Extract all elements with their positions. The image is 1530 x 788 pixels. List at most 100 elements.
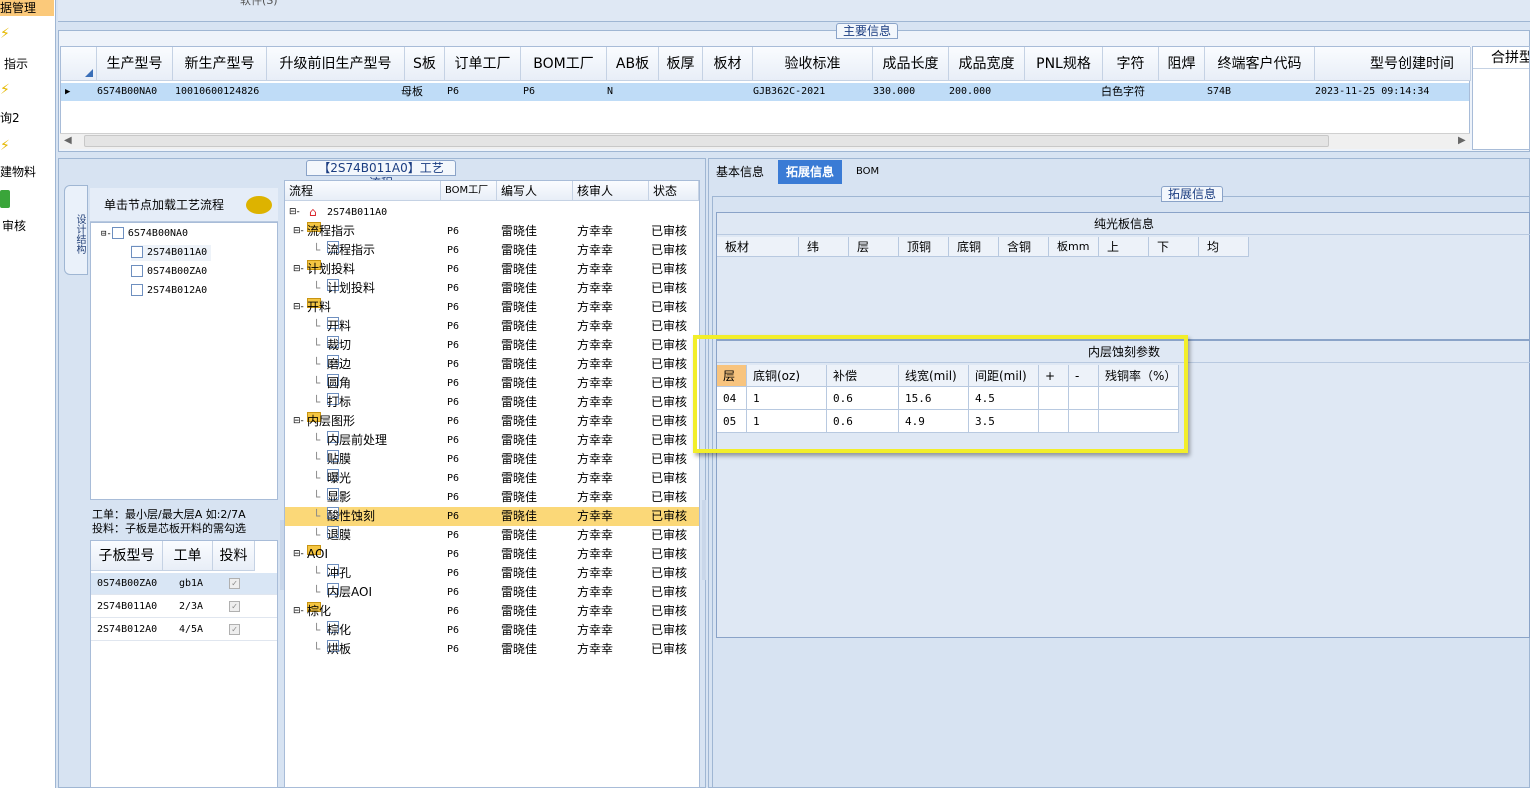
flow-row[interactable]: └ 开料 P6 雷晓佳 方幸幸 已审核 xyxy=(285,317,699,336)
cell: 白色字符 xyxy=(1101,85,1145,98)
sub-board-grid: 子板型号 工单 投料 0S74B00ZA0 gb1A ✓ 2S74B011A0 2/3… xyxy=(90,540,278,788)
col-header[interactable]: 板厚 xyxy=(659,47,703,81)
flow-row[interactable]: └ 内层AOI P6 雷晓佳 方幸幸 已审核 xyxy=(285,583,699,602)
col-header[interactable]: 字符 xyxy=(1103,47,1159,81)
flow-root-row[interactable]: ⊟- ⌂ 2S74B011A0 xyxy=(285,203,699,222)
nav-item-instructions[interactable]: 指示 xyxy=(4,57,28,71)
table-row[interactable]: 2S74B012A0 4/5A ✓ xyxy=(91,619,277,641)
col-header[interactable]: 工单 xyxy=(163,541,213,571)
process-flow-grid: 流程 BOM工厂 编写人 核审人 状态 ⊟- ⌂ 2S74B011A0 ⊟- 流程… xyxy=(284,180,700,788)
nav-item-audit[interactable]: 审核 xyxy=(2,219,26,233)
vertical-splitter[interactable] xyxy=(702,500,706,580)
structure-tree: ⊟- 6S74B00NA0 2S74B011A0 0S74B00ZA0 2S74B… xyxy=(90,222,278,500)
checkbox[interactable]: ✓ xyxy=(229,601,240,612)
col-header[interactable]: 终端客户代码 xyxy=(1205,47,1315,81)
cell: 330.000 xyxy=(873,86,916,97)
col-header[interactable]: 投料 xyxy=(213,541,255,571)
col-header[interactable]: PNL规格 xyxy=(1025,47,1103,81)
flow-row[interactable]: ⊟- 开料 P6 雷晓佳 方幸幸 已审核 xyxy=(285,298,699,317)
col-header[interactable]: BOM工厂 xyxy=(521,47,607,81)
flow-row[interactable]: └ 贴膜 P6 雷晓佳 方幸幸 已审核 xyxy=(285,450,699,469)
col-header[interactable]: 成品宽度 xyxy=(949,47,1025,81)
scrollbar-thumb[interactable] xyxy=(84,135,1329,147)
col-header[interactable]: 纬 xyxy=(799,237,849,257)
tree-node[interactable]: 2S74B011A0 xyxy=(131,245,212,261)
col-header[interactable]: S板 xyxy=(405,47,445,81)
flow-row[interactable]: ⊟- 计划投料 P6 雷晓佳 方幸幸 已审核 xyxy=(285,260,699,279)
col-header[interactable]: 核审人 xyxy=(573,181,649,201)
nav-item-build-material[interactable]: 建物料 xyxy=(0,165,36,179)
flow-row[interactable]: └ 裁切 P6 雷晓佳 方幸幸 已审核 xyxy=(285,336,699,355)
col-header[interactable]: 成品长度 xyxy=(873,47,949,81)
col-header[interactable]: 下 xyxy=(1149,237,1199,257)
col-header[interactable]: 流程 xyxy=(285,181,441,201)
col-header[interactable]: BOM工厂 xyxy=(441,181,497,201)
flow-row[interactable]: ⊟- 棕化 P6 雷晓佳 方幸幸 已审核 xyxy=(285,602,699,621)
flow-row[interactable]: └ 显影 P6 雷晓佳 方幸幸 已审核 xyxy=(285,488,699,507)
col-header[interactable]: 层 xyxy=(849,237,899,257)
scroll-left-icon[interactable]: ◀ xyxy=(64,135,72,146)
flow-row[interactable]: └ 棕化 P6 雷晓佳 方幸幸 已审核 xyxy=(285,621,699,640)
col-header[interactable]: 订单工厂 xyxy=(445,47,521,81)
flow-row[interactable]: ⊟- 流程指示 P6 雷晓佳 方幸幸 已审核 xyxy=(285,222,699,241)
flow-row[interactable]: └ 磨边 P6 雷晓佳 方幸幸 已审核 xyxy=(285,355,699,374)
col-header[interactable]: 升级前旧生产型号 xyxy=(267,47,405,81)
col-header[interactable]: 子板型号 xyxy=(91,541,163,571)
flow-row[interactable]: └ 圆角 P6 雷晓佳 方幸幸 已审核 xyxy=(285,374,699,393)
row-pointer-icon: ▶ xyxy=(65,87,71,97)
col-header[interactable]: 验收标准 xyxy=(753,47,873,81)
nav-item-query2[interactable]: 询2 xyxy=(0,111,20,125)
table-row[interactable]: 0S74B00ZA0 gb1A ✓ xyxy=(91,573,277,595)
left-navigation: 据管理 ⚡ 指示 ⚡ 询2 ⚡ 建物料 审核 xyxy=(0,0,56,788)
col-header[interactable]: 含铜 xyxy=(999,237,1049,257)
home-icon: ⌂ xyxy=(309,205,317,219)
cell: 母板 xyxy=(401,85,423,98)
flow-row[interactable]: └ 流程指示 P6 雷晓佳 方幸幸 已审核 xyxy=(285,241,699,260)
pure-board-grid: 纯光板信息 板材 纬 层 顶铜 底铜 含铜 板mm 上 下 均 xyxy=(716,212,1530,340)
lightning-icon: ⚡ xyxy=(0,26,10,42)
design-structure-tab[interactable]: 设计结构 xyxy=(64,185,88,275)
flow-row[interactable]: └ 计划投料 P6 雷晓佳 方幸幸 已审核 xyxy=(285,279,699,298)
flow-row[interactable]: ⊟- 内层图形 P6 雷晓佳 方幸幸 已审核 xyxy=(285,412,699,431)
cell: 10010600124826 xyxy=(175,86,260,97)
col-header[interactable]: 板材 xyxy=(703,47,753,81)
tree-node[interactable]: 0S74B00ZA0 xyxy=(131,264,207,280)
flow-row[interactable]: └ 内层前处理 P6 雷晓佳 方幸幸 已审核 xyxy=(285,431,699,450)
col-header[interactable]: AB板 xyxy=(607,47,659,81)
col-header[interactable]: 生产型号 xyxy=(97,47,173,81)
tab-bom[interactable]: BOM xyxy=(848,160,887,184)
tree-node[interactable]: ⊟- 6S74B00NA0 xyxy=(101,226,188,242)
top-toolbar: 软件(S) xyxy=(58,0,1530,22)
main-info-title: 主要信息 xyxy=(836,23,898,39)
checkbox[interactable]: ✓ xyxy=(229,624,240,635)
vertical-splitter[interactable] xyxy=(280,520,284,590)
tab-basic-info[interactable]: 基本信息 xyxy=(708,160,772,184)
flow-row[interactable]: └ 退膜 P6 雷晓佳 方幸幸 已审核 xyxy=(285,526,699,545)
flow-row[interactable]: ⊟- AOI P6 雷晓佳 方幸幸 已审核 xyxy=(285,545,699,564)
pure-board-title: 纯光板信息 xyxy=(717,213,1530,235)
flow-row[interactable]: └ 曝光 P6 雷晓佳 方幸幸 已审核 xyxy=(285,469,699,488)
comment-bubble-icon xyxy=(246,196,272,214)
checkbox[interactable]: ✓ xyxy=(229,578,240,589)
nav-item-data-management[interactable]: 据管理 xyxy=(0,0,54,16)
col-header[interactable]: 型号创建时间 xyxy=(1315,47,1471,81)
tab-extended-info[interactable]: 拓展信息 xyxy=(778,160,843,184)
col-header[interactable]: 均 xyxy=(1199,237,1249,257)
col-header[interactable]: 底铜 xyxy=(949,237,999,257)
col-header[interactable]: 新生产型号 xyxy=(173,47,267,81)
col-header[interactable]: 顶铜 xyxy=(899,237,949,257)
flow-row[interactable]: └ 烘板 P6 雷晓佳 方幸幸 已审核 xyxy=(285,640,699,659)
flow-row[interactable]: └ 冲孔 P6 雷晓佳 方幸幸 已审核 xyxy=(285,564,699,583)
scroll-right-icon[interactable]: ▶ xyxy=(1458,135,1466,146)
flow-row[interactable]: └ 酸性蚀刻 P6 雷晓佳 方幸幸 已审核 xyxy=(285,507,699,526)
col-header[interactable]: 板mm xyxy=(1049,237,1099,257)
col-header[interactable]: 阻焊 xyxy=(1159,47,1205,81)
table-row[interactable]: ▶ 6S74B00NA0 10010600124826 母板 P6 P6 N G… xyxy=(61,83,1469,101)
col-header[interactable]: 板材 xyxy=(717,237,799,257)
col-header[interactable]: 上 xyxy=(1099,237,1149,257)
flow-row[interactable]: └ 打标 P6 雷晓佳 方幸幸 已审核 xyxy=(285,393,699,412)
tree-node[interactable]: 2S74B012A0 xyxy=(131,283,207,299)
table-row[interactable]: 2S74B011A0 2/3A ✓ xyxy=(91,596,277,618)
col-header[interactable]: 编写人 xyxy=(497,181,573,201)
col-header[interactable]: 状态 xyxy=(649,181,699,201)
